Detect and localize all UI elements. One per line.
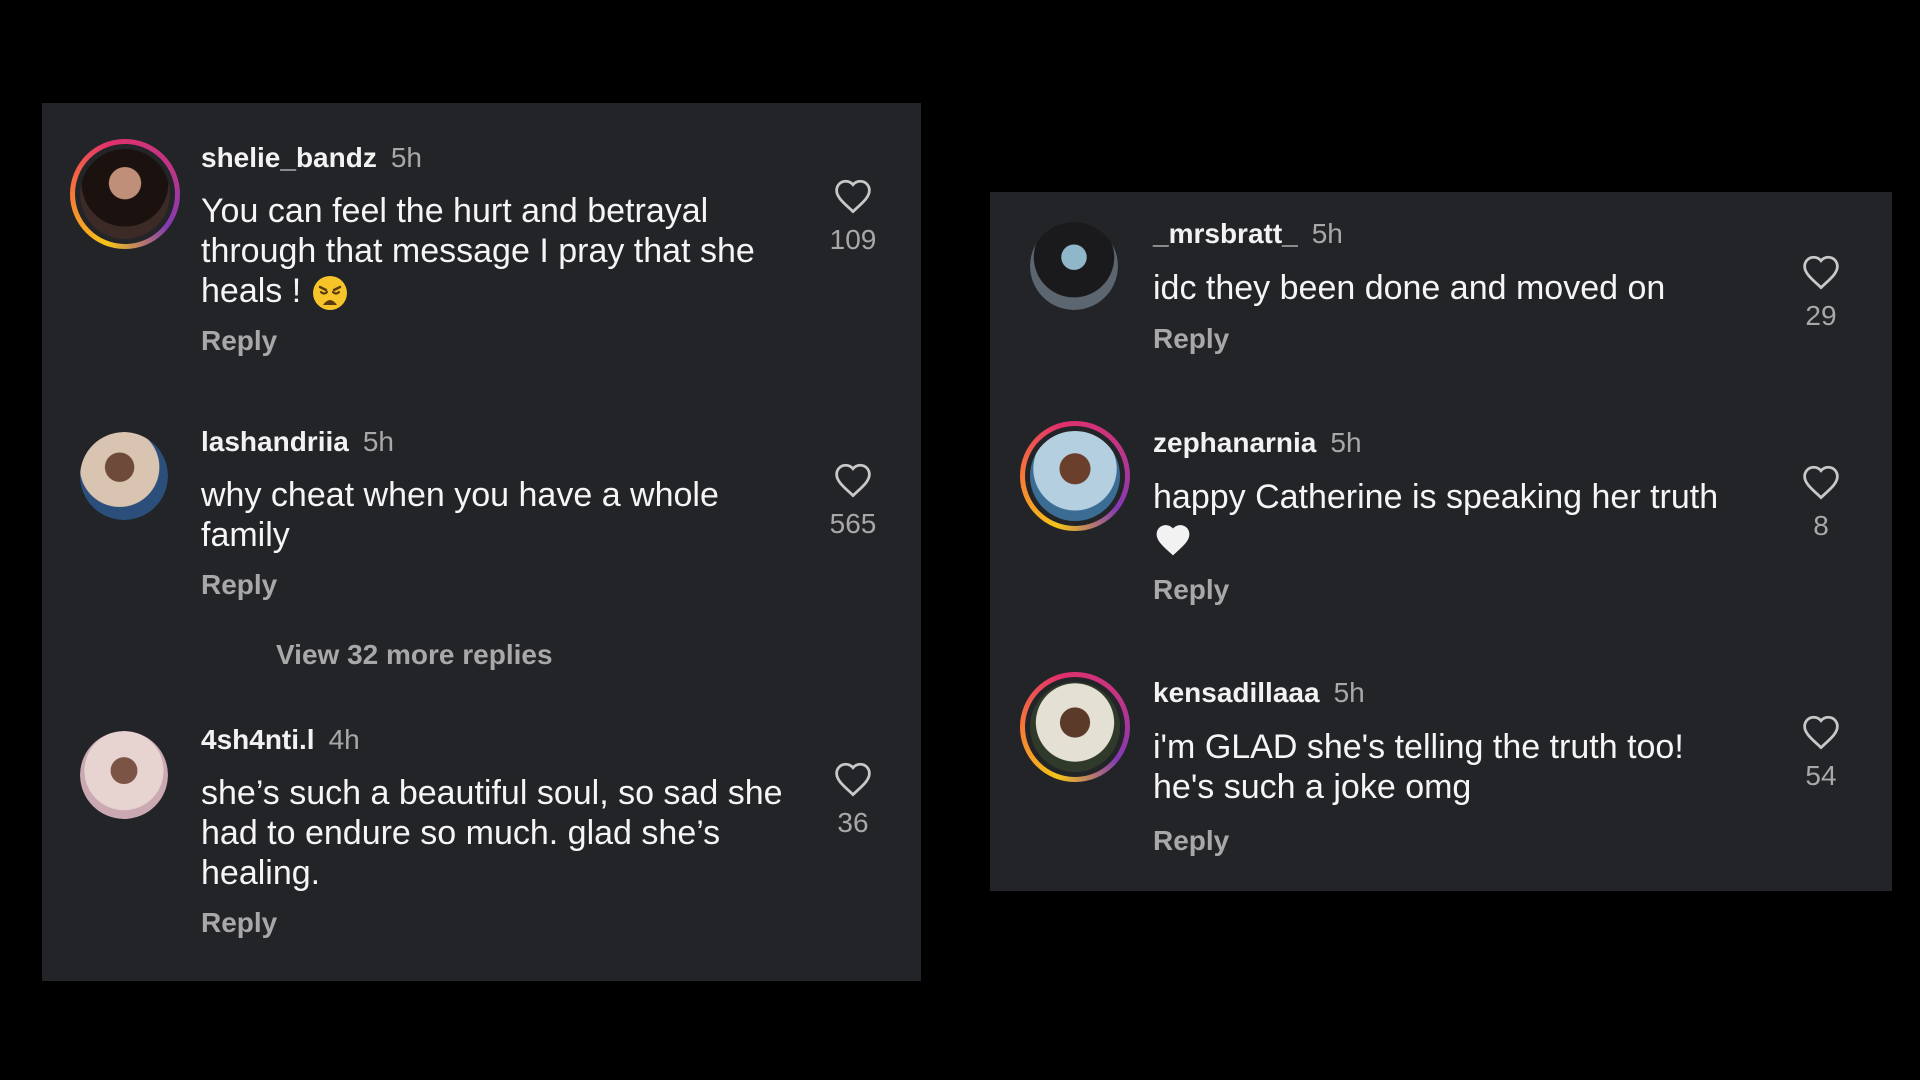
- like-count: 109: [829, 224, 877, 255]
- comment-time: 5h: [1311, 218, 1343, 249]
- like-group: 36: [823, 761, 883, 839]
- reply-button[interactable]: Reply: [1153, 825, 1229, 857]
- comment-text: idc they been done and moved on: [1153, 269, 1666, 307]
- comment-username[interactable]: shelie_bandz: [201, 142, 377, 173]
- like-count: 8: [1813, 510, 1829, 541]
- heart-icon[interactable]: [1801, 714, 1841, 750]
- comment-time: 4h: [328, 724, 360, 755]
- comment-time: 5h: [1330, 427, 1362, 458]
- comment-text: she’s such a beautiful soul, so sad she …: [201, 774, 783, 892]
- comment-text: why cheat when you have a whole family: [201, 476, 719, 554]
- comment-time: 5h: [390, 142, 422, 173]
- avatar[interactable]: [80, 731, 168, 819]
- like-group: 29: [1791, 254, 1851, 332]
- heart-icon[interactable]: [833, 462, 873, 498]
- comment-username[interactable]: kensadillaaa: [1153, 677, 1320, 708]
- comment-text-block: You can feel the hurt and betrayal throu…: [201, 191, 801, 312]
- reply-button[interactable]: Reply: [1153, 574, 1229, 606]
- avatar-image: [1025, 677, 1125, 777]
- heart-icon[interactable]: [833, 761, 873, 797]
- reply-button[interactable]: Reply: [201, 325, 277, 357]
- heart-icon[interactable]: [833, 178, 873, 214]
- white-heart-emoji-icon: [1156, 525, 1190, 556]
- avatar-image: [75, 144, 175, 244]
- comment-username[interactable]: zephanarnia: [1153, 427, 1316, 458]
- comment-username[interactable]: lashandriia: [201, 426, 349, 457]
- avatar-image: [80, 731, 168, 819]
- heart-icon[interactable]: [1801, 464, 1841, 500]
- like-group: 8: [1791, 464, 1851, 542]
- like-count: 29: [1805, 300, 1837, 331]
- view-more-replies-button[interactable]: View 32 more replies: [276, 639, 553, 671]
- comment-text: i'm GLAD she's telling the truth too! he…: [1153, 728, 1684, 806]
- comment-text: You can feel the hurt and betrayal throu…: [201, 192, 755, 310]
- weary-face-emoji-icon: [312, 276, 347, 311]
- avatar[interactable]: [80, 432, 168, 520]
- like-group: 565: [823, 462, 883, 540]
- comment-time: 5h: [362, 426, 394, 457]
- like-group: 109: [823, 178, 883, 256]
- comments-panel-left: shelie_bandz 5h You can feel the hurt and…: [42, 103, 921, 981]
- avatar[interactable]: [70, 139, 180, 249]
- comment-text-block: happy Catherine is speaking her truth: [1153, 477, 1793, 557]
- avatar[interactable]: [1020, 421, 1130, 531]
- comment-time: 5h: [1333, 677, 1365, 708]
- avatar-image: [1025, 426, 1125, 526]
- like-count: 565: [829, 508, 877, 539]
- reply-button[interactable]: Reply: [1153, 323, 1229, 355]
- avatar[interactable]: [1020, 672, 1130, 782]
- avatar-image: [80, 432, 168, 520]
- like-count: 36: [837, 807, 869, 838]
- avatar-image: [1030, 222, 1118, 310]
- heart-icon[interactable]: [1801, 254, 1841, 290]
- like-group: 54: [1791, 714, 1851, 792]
- reply-button[interactable]: Reply: [201, 907, 277, 939]
- comment-username[interactable]: 4sh4nti.l: [201, 724, 315, 755]
- avatar[interactable]: [1030, 222, 1118, 310]
- comment-username[interactable]: _mrsbratt_: [1153, 218, 1298, 249]
- comments-panel-right: _mrsbratt_ 5h idc they been done and move…: [990, 192, 1892, 891]
- reply-button[interactable]: Reply: [201, 569, 277, 601]
- comment-text: happy Catherine is speaking her truth: [1153, 478, 1719, 516]
- like-count: 54: [1805, 760, 1837, 791]
